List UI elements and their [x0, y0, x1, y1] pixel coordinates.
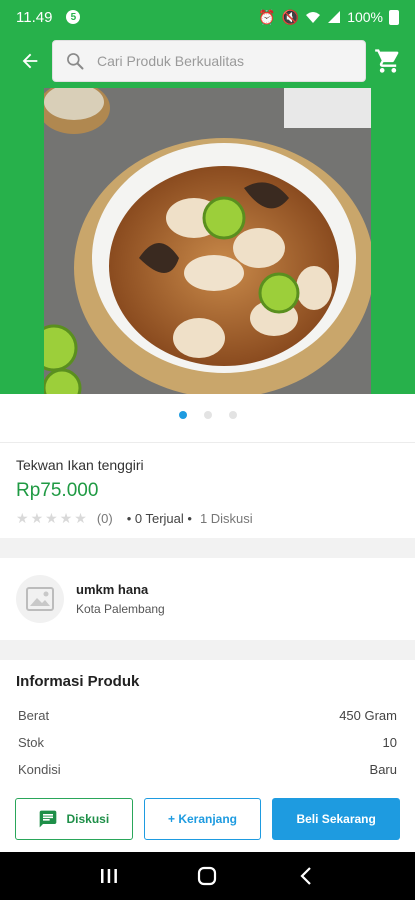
- info-value: Baru: [369, 762, 397, 777]
- rating-count: (0): [96, 511, 113, 526]
- home-button[interactable]: [187, 856, 227, 896]
- sold-count: • 0 Terjual •: [126, 511, 192, 526]
- search-box[interactable]: [52, 40, 366, 82]
- info-value: 450 Gram: [339, 708, 397, 723]
- discussion-count[interactable]: 1 Diskusi: [200, 511, 253, 526]
- seller-name[interactable]: umkm hana: [76, 582, 165, 597]
- star-icon: ★: [30, 510, 44, 526]
- battery-percent: 100%: [347, 9, 383, 25]
- info-row: Kondisi Baru: [16, 762, 399, 777]
- rating-stars: ★ ★ ★ ★ ★: [16, 510, 87, 527]
- diskusi-button[interactable]: Diskusi: [15, 798, 133, 840]
- arrow-left-icon: [22, 53, 38, 69]
- recent-apps-button[interactable]: [89, 856, 129, 896]
- carousel-dot[interactable]: [228, 411, 237, 419]
- product-price: Rp75.000: [16, 480, 99, 501]
- shopping-cart-icon: [375, 49, 399, 73]
- seller-card[interactable]: umkm hana Kota Palembang: [0, 558, 415, 640]
- system-back-button[interactable]: [286, 856, 326, 896]
- mute-icon: 🔇: [281, 8, 300, 25]
- product-image-carousel[interactable]: [0, 88, 415, 394]
- star-icon: ★: [45, 510, 58, 526]
- divider: [0, 442, 415, 443]
- add-to-cart-button[interactable]: + Keranjang: [143, 798, 262, 840]
- chevron-left-icon: [300, 867, 311, 885]
- status-bar: 11.49 5 ⏰ 🔇 100%: [0, 0, 415, 34]
- chat-icon: [40, 810, 57, 828]
- section-spacer: [0, 640, 415, 660]
- notification-badge: 5: [66, 10, 81, 24]
- seller-city: Kota Palembang: [76, 602, 165, 616]
- seller-avatar[interactable]: [16, 575, 64, 623]
- carousel-dot[interactable]: [203, 411, 212, 419]
- product-information: Informasi Produk Berat 450 Gram Stok 10 …: [0, 660, 415, 777]
- system-nav-bar: [0, 852, 415, 900]
- top-app-bar: [0, 34, 415, 88]
- product-photo[interactable]: [44, 88, 371, 394]
- info-title: Informasi Produk: [16, 673, 140, 690]
- signal-icon: [328, 11, 341, 23]
- star-icon: ★: [74, 510, 87, 526]
- info-label: Berat: [18, 708, 50, 723]
- section-spacer: [0, 538, 415, 558]
- wifi-icon: [306, 12, 321, 23]
- search-input[interactable]: [97, 53, 337, 69]
- home-icon: [198, 866, 217, 886]
- battery-icon: [389, 9, 399, 25]
- star-icon: ★: [16, 510, 29, 526]
- diskusi-label: Diskusi: [66, 812, 110, 826]
- product-name: Tekwan Ikan tenggiri: [16, 457, 144, 473]
- carousel-dot[interactable]: [178, 411, 187, 419]
- cart-button[interactable]: [371, 44, 405, 78]
- image-placeholder-icon: [26, 587, 54, 611]
- info-label: Stok: [18, 735, 45, 750]
- status-time: 11.49: [16, 8, 53, 26]
- search-icon: [67, 53, 84, 70]
- alarm-icon: ⏰: [258, 8, 276, 25]
- carousel-indicator: [0, 411, 415, 419]
- info-label: Kondisi: [18, 762, 61, 777]
- info-row: Stok 10: [16, 735, 399, 750]
- info-value: 10: [382, 735, 397, 750]
- star-icon: ★: [59, 510, 73, 526]
- buy-now-button[interactable]: Beli Sekarang: [272, 798, 400, 840]
- product-meta: ★ ★ ★ ★ ★ (0) • 0 Terjual • 1 Diskusi: [16, 510, 399, 527]
- product-summary: Tekwan Ikan tenggiri Rp75.000 ★ ★ ★ ★ ★ …: [0, 446, 415, 527]
- info-row: Berat 450 Gram: [16, 708, 399, 723]
- action-bar: Diskusi + Keranjang Beli Sekarang: [0, 786, 415, 852]
- recent-apps-icon: [101, 869, 118, 883]
- back-button[interactable]: [14, 45, 46, 77]
